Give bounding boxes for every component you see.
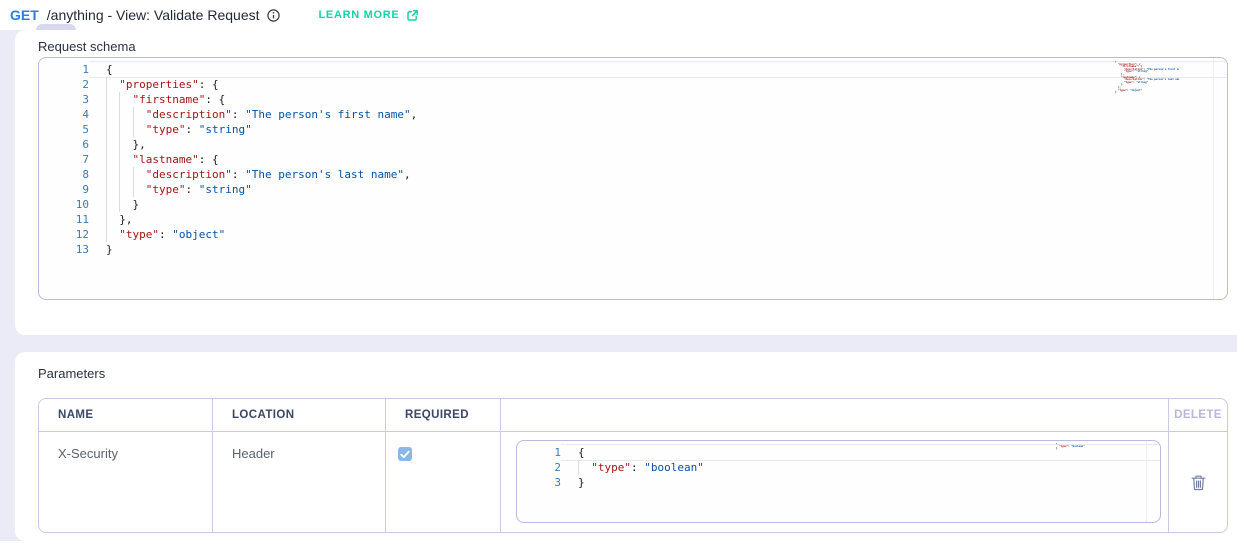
editor-minimap[interactable]: { "type": "boolean"}: [1056, 443, 1102, 452]
param-schema-code-editor[interactable]: 1{2 "type": "boolean"3} { "type": "boole…: [516, 440, 1161, 523]
required-checkbox[interactable]: [398, 447, 412, 461]
editor-minimap[interactable]: { "properties": { "firstname": { "descri…: [1115, 61, 1179, 97]
editor-scrollbar-gutter[interactable]: [1146, 441, 1147, 522]
column-header-location: LOCATION: [213, 399, 386, 432]
param-schema-cell: 1{2 "type": "boolean"3} { "type": "boole…: [501, 432, 1169, 532]
column-header-delete: DELETE: [1169, 399, 1227, 432]
param-name: X-Security: [39, 432, 212, 461]
param-name-cell: X-Security: [39, 432, 213, 532]
learn-more-link[interactable]: LEARN MORE: [319, 9, 420, 22]
param-location-cell: Header: [213, 432, 386, 532]
param-required-cell: [386, 432, 501, 532]
param-location: Header: [213, 432, 385, 461]
param-delete-cell: [1169, 432, 1227, 532]
learn-more-label: LEARN MORE: [319, 9, 400, 21]
bottom-background-strip: [0, 541, 1237, 552]
delete-parameter-button[interactable]: [1189, 472, 1208, 493]
request-schema-label: Request schema: [38, 39, 136, 54]
api-endpoint-view: GET /anything - View: Validate Request L…: [0, 0, 1237, 552]
http-method-badge: GET: [10, 7, 39, 23]
request-schema-code-editor[interactable]: 1{2 "properties": {3 "firstname": {4 "de…: [38, 57, 1228, 300]
column-header-required: REQUIRED: [386, 399, 501, 432]
external-link-icon: [406, 9, 419, 22]
column-header-schema: [501, 399, 1169, 432]
check-icon: [400, 450, 410, 459]
trash-icon: [1191, 474, 1206, 491]
column-header-name: NAME: [39, 399, 213, 432]
parameters-label: Parameters: [38, 366, 105, 381]
parameters-card: Parameters NAME LOCATION REQUIRED DELETE…: [15, 352, 1237, 541]
editor-scrollbar-gutter[interactable]: [1213, 58, 1214, 299]
parameters-table: NAME LOCATION REQUIRED DELETE X-Security…: [38, 398, 1228, 533]
endpoint-header: GET /anything - View: Validate Request L…: [0, 0, 1237, 30]
endpoint-title: /anything - View: Validate Request: [47, 7, 260, 23]
request-schema-card: Request schema 1{2 "properties": {3 "fir…: [15, 30, 1237, 335]
info-circle-icon[interactable]: [266, 8, 281, 23]
code-lines[interactable]: 1{2 "properties": {3 "firstname": {4 "de…: [39, 58, 1227, 257]
